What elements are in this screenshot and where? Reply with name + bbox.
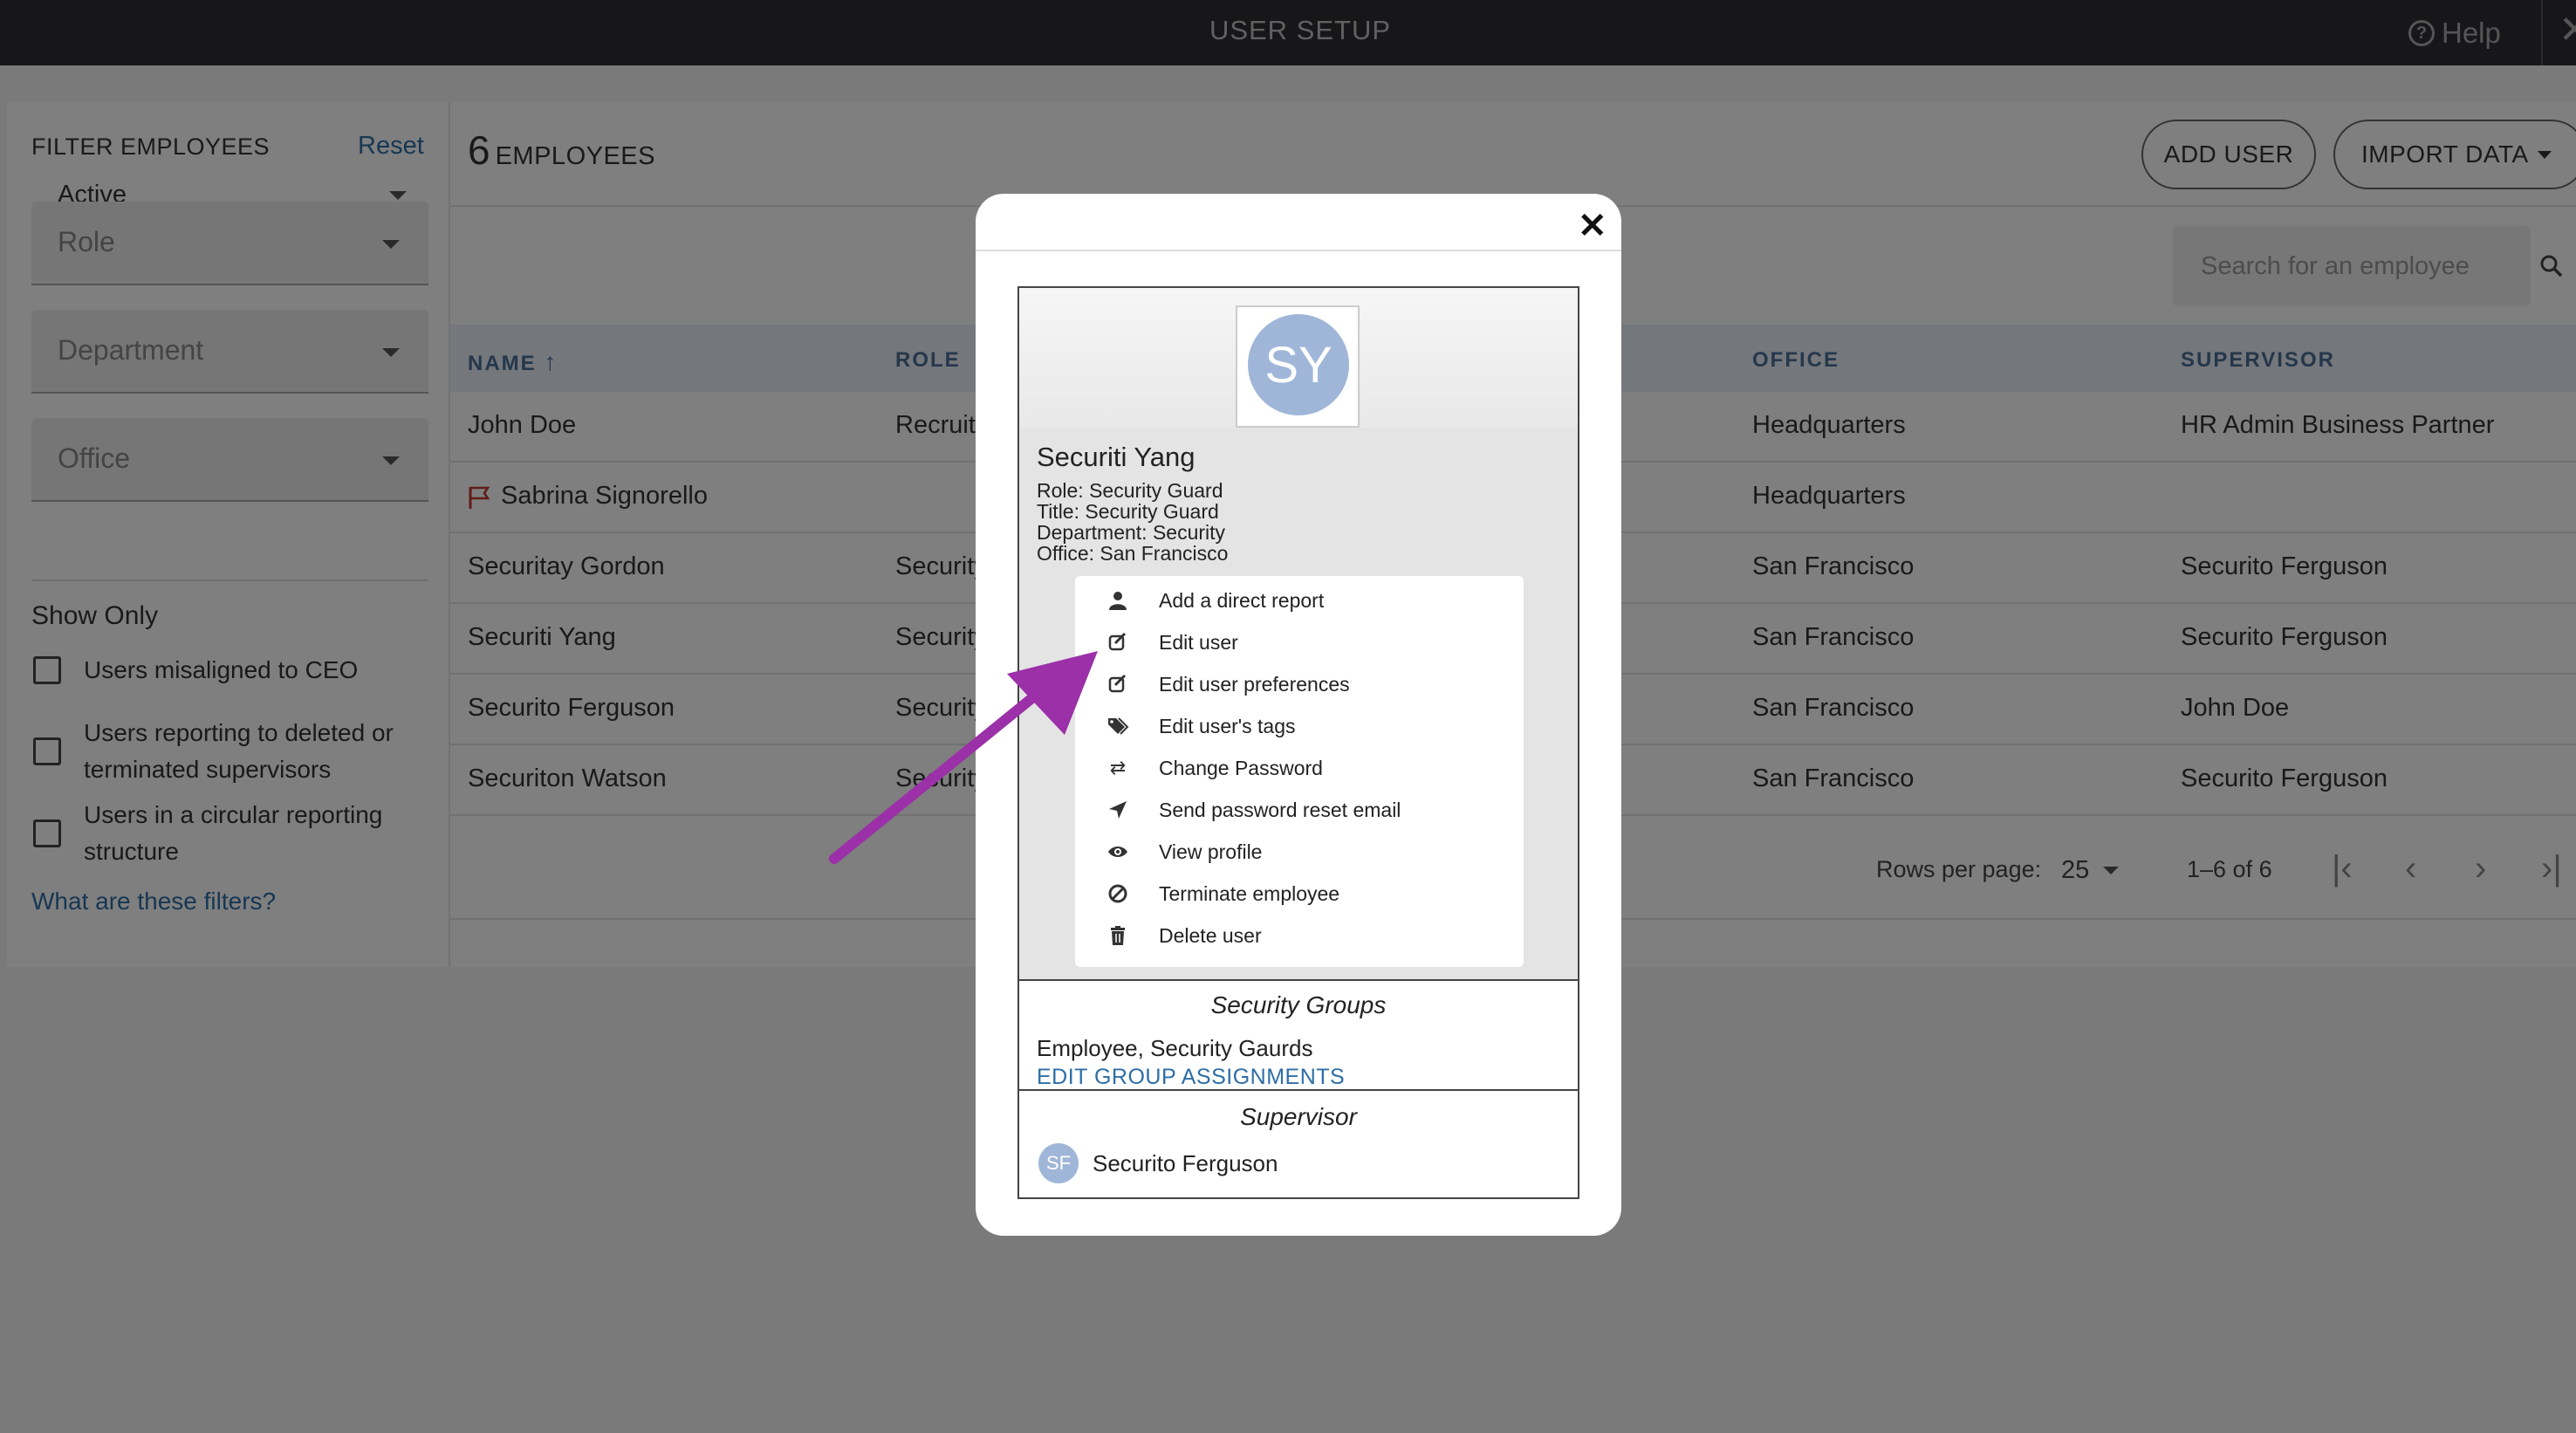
menu-item-edit-tags[interactable]: Edit user's tags — [1075, 705, 1524, 747]
menu-item-change-password[interactable]: ⇄ Change Password — [1075, 747, 1524, 789]
menu-item-label: Edit user preferences — [1159, 673, 1350, 696]
menu-item-label: Edit user — [1159, 631, 1238, 654]
user-title: Title: Security Guard — [1037, 500, 1219, 523]
menu-item-delete-user[interactable]: Delete user — [1075, 915, 1524, 956]
avatar: SY — [1248, 314, 1349, 415]
user-role: Role: Security Guard — [1037, 479, 1223, 502]
menu-item-edit-preferences[interactable]: Edit user preferences — [1075, 663, 1524, 705]
ban-icon — [1108, 884, 1127, 903]
menu-item-label: Change Password — [1159, 757, 1323, 779]
divider — [1019, 979, 1578, 981]
avatar-frame: SY — [1236, 305, 1360, 428]
menu-item-label: Send password reset email — [1159, 799, 1401, 821]
divider — [1019, 1089, 1578, 1091]
avatar[interactable]: SF — [1038, 1143, 1079, 1183]
divider — [976, 250, 1621, 251]
supervisor-heading: Supervisor — [1240, 1103, 1357, 1130]
menu-item-view-profile[interactable]: View profile — [1075, 831, 1524, 873]
edit-group-assignments-link[interactable]: EDIT GROUP ASSIGNMENTS — [1037, 1065, 1345, 1090]
user-office: Office: San Francisco — [1037, 542, 1229, 565]
person-icon — [1109, 592, 1127, 610]
trash-icon — [1111, 926, 1125, 945]
menu-item-label: View profile — [1159, 840, 1263, 863]
menu-item-add-direct-report[interactable]: Add a direct report — [1075, 579, 1524, 621]
menu-item-send-reset-email[interactable]: Send password reset email — [1075, 789, 1524, 831]
security-groups-heading: Security Groups — [1210, 991, 1387, 1018]
security-groups-value: Employee, Security Gaurds — [1037, 1035, 1313, 1061]
menu-item-label: Terminate employee — [1159, 882, 1340, 905]
close-icon[interactable]: ✕ — [1578, 204, 1607, 248]
menu-item-label: Edit user's tags — [1159, 715, 1296, 737]
menu-item-label: Add a direct report — [1159, 589, 1325, 612]
user-name: Securiti Yang — [1037, 442, 1196, 472]
user-department: Department: Security — [1037, 521, 1226, 544]
menu-item-terminate[interactable]: Terminate employee — [1075, 873, 1524, 915]
supervisor-name[interactable]: Securito Ferguson — [1093, 1150, 1278, 1177]
user-actions-menu: Add a direct report Edit user Edit user … — [1075, 576, 1524, 967]
menu-item-edit-user[interactable]: Edit user — [1075, 621, 1524, 663]
annotation-arrow — [829, 651, 1098, 864]
menu-item-label: Delete user — [1159, 924, 1262, 947]
